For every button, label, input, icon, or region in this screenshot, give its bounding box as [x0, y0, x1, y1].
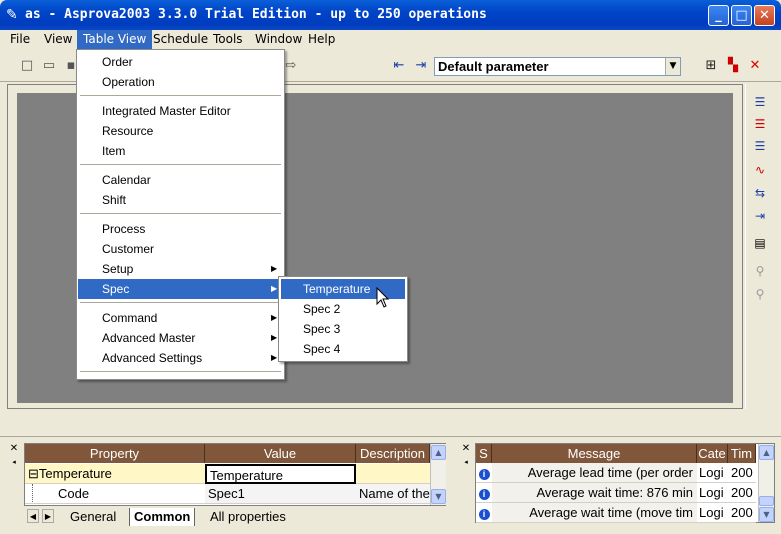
category-cell: Logi	[697, 463, 728, 483]
menu-item-calendar[interactable]: Calendar	[78, 170, 283, 190]
close-icon[interactable]: ✕	[460, 443, 472, 455]
table-icon[interactable]: ▤	[751, 235, 769, 251]
mouse-cursor-icon	[376, 287, 390, 308]
menu-table-view[interactable]: Table View	[77, 30, 153, 50]
tree-icon[interactable]: ⊞	[702, 57, 720, 75]
window-title: as - Asprova2003 3.3.0 Trial Edition - u…	[25, 7, 487, 22]
menu-item-customer[interactable]: Customer	[78, 239, 283, 259]
column-header-status[interactable]: S	[476, 444, 492, 463]
pin-icon[interactable]: ◂	[8, 458, 20, 468]
menu-item-advanced-master[interactable]: Advanced Master	[78, 328, 283, 348]
time-cell: 200	[728, 483, 756, 503]
property-name: Temperature	[38, 466, 112, 481]
menu-item-spec[interactable]: Spec	[78, 279, 283, 299]
menu-help[interactable]: Help	[302, 30, 341, 50]
scroll-up-icon[interactable]: ▲	[759, 445, 774, 460]
delete-icon[interactable]: ✕	[746, 57, 764, 75]
message-cell[interactable]: Average lead time (per order	[492, 463, 697, 483]
menu-item-order[interactable]: Order	[78, 52, 283, 72]
info-icon: i	[476, 503, 492, 523]
menu-item-item[interactable]: Item	[78, 141, 283, 161]
zoom-out-icon[interactable]: ⚲	[751, 263, 769, 279]
pen-icon: ✎	[6, 7, 18, 23]
category-cell: Logi	[697, 503, 728, 523]
column-header-property[interactable]: Property	[25, 444, 205, 463]
column-header-category[interactable]: Cate	[697, 444, 728, 463]
scroll-down-icon[interactable]: ▼	[759, 507, 774, 522]
close-icon[interactable]: ✕	[8, 443, 20, 455]
menu-item-process[interactable]: Process	[78, 219, 283, 239]
category-cell: Logi	[697, 483, 728, 503]
description-cell	[356, 464, 430, 484]
table-row-property[interactable]: ⊟Temperature	[25, 464, 205, 484]
time-cell: 200	[728, 503, 756, 523]
align-icon[interactable]: ⇥	[751, 208, 769, 224]
menu-view[interactable]: View	[38, 30, 78, 50]
order-gantt-icon[interactable]: ☰	[751, 138, 769, 154]
tab-general[interactable]: General	[66, 508, 120, 526]
value-field[interactable]: Temperature	[205, 464, 356, 484]
parameter-left-icon[interactable]: ⇤	[390, 57, 408, 75]
menu-item-command[interactable]: Command	[78, 308, 283, 328]
tab-scroll-right-icon[interactable]: ▶	[42, 509, 54, 523]
menu-item-operation[interactable]: Operation	[78, 72, 283, 92]
menu-item-advanced-settings[interactable]: Advanced Settings	[78, 348, 283, 368]
menu-window[interactable]: Window	[249, 30, 308, 50]
load-graph-icon[interactable]: ∿	[751, 162, 769, 178]
message-cell[interactable]: Average wait time: 876 min	[492, 483, 697, 503]
info-icon: i	[476, 483, 492, 503]
menu-item-integrated-master-editor[interactable]: Integrated Master Editor	[78, 101, 283, 121]
menu-item-setup[interactable]: Setup	[78, 259, 283, 279]
maximize-button[interactable]: □	[731, 5, 752, 26]
new-file-icon[interactable]: □	[18, 57, 36, 75]
open-folder-icon[interactable]: ▭	[40, 57, 58, 75]
submenu-item-spec-3[interactable]: Spec 3	[281, 319, 405, 339]
tab-common[interactable]: Common	[129, 508, 196, 526]
menu-schedule[interactable]: Schedule	[147, 30, 214, 50]
zoom-in-icon[interactable]: ⚲	[751, 286, 769, 302]
gantt-icon[interactable]: ☰	[751, 94, 769, 110]
description-cell: Name of the	[356, 484, 430, 504]
menu-file[interactable]: File	[4, 30, 36, 50]
parameter-right-icon[interactable]: ⇥	[412, 57, 430, 75]
menu-item-resource[interactable]: Resource	[78, 121, 283, 141]
swap-arrows-icon[interactable]: ⇆	[751, 185, 769, 201]
info-icon: i	[476, 463, 492, 483]
scroll-thumb[interactable]	[759, 496, 774, 506]
menu-separator	[80, 95, 281, 97]
menu-separator	[80, 302, 281, 304]
submenu-item-spec-4[interactable]: Spec 4	[281, 339, 405, 359]
menu-separator	[80, 164, 281, 166]
value-cell[interactable]: Spec1	[205, 484, 356, 504]
parameter-dropdown[interactable]: Default parameter	[434, 57, 681, 76]
minimize-button[interactable]: _	[708, 5, 729, 26]
column-header-message[interactable]: Message	[492, 444, 697, 463]
close-button[interactable]: ✕	[754, 5, 775, 26]
tab-scroll-left-icon[interactable]: ◀	[27, 509, 39, 523]
column-header-time[interactable]: Tim	[728, 444, 756, 463]
menu-tools[interactable]: Tools	[207, 30, 249, 50]
resource-gantt-icon[interactable]: ☰	[751, 116, 769, 132]
scroll-up-icon[interactable]: ▲	[431, 445, 446, 460]
tab-all-properties[interactable]: All properties	[206, 508, 290, 526]
column-header-description[interactable]: Description	[356, 444, 430, 463]
scroll-down-icon[interactable]: ▼	[431, 489, 446, 504]
color-blocks-icon[interactable]: ▚	[724, 57, 742, 75]
chevron-down-icon[interactable]: ▼	[665, 58, 680, 75]
table-row-property[interactable]: Code	[25, 484, 205, 504]
pin-icon[interactable]: ◂	[460, 458, 472, 468]
menu-separator	[80, 371, 281, 373]
menu-item-shift[interactable]: Shift	[78, 190, 283, 210]
menu-separator	[80, 213, 281, 215]
collapse-icon[interactable]: ⊟	[28, 466, 39, 481]
time-cell: 200	[728, 463, 756, 483]
message-cell[interactable]: Average wait time (move tim	[492, 503, 697, 523]
column-header-value[interactable]: Value	[205, 444, 356, 463]
